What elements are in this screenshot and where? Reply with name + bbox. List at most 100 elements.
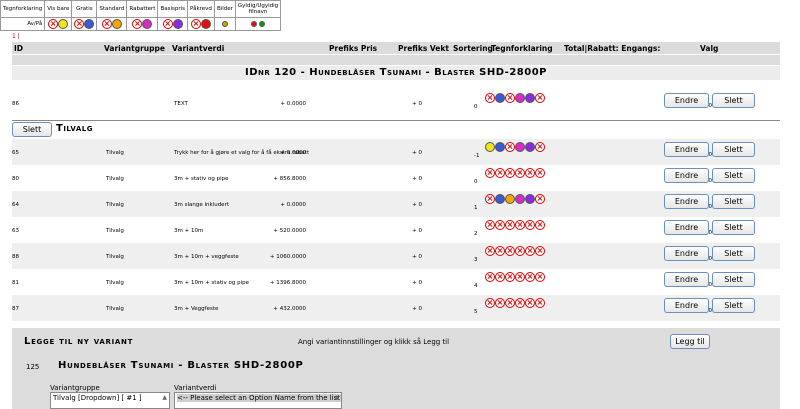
row-group: Tilvalg [106,280,124,286]
variant-value-label: Variantverdi [174,384,217,392]
row-id: 63 [12,228,19,234]
section-header: Slett Tilvalg [12,121,780,137]
off-icon[interactable]: × [525,298,535,308]
off-icon[interactable]: × [505,142,515,152]
add-button[interactable]: Legg til [670,334,710,349]
off-icon[interactable]: × [515,168,525,178]
off-icon[interactable]: × [505,272,515,282]
edit-button[interactable]: Endre [664,93,709,108]
edit-button[interactable]: Endre [664,168,709,183]
scroll-up-icon[interactable]: ▲ [334,394,339,401]
legend-cell: × [157,17,189,31]
off-icon[interactable]: × [535,168,545,178]
off-icon[interactable]: × [495,272,505,282]
basispris-icon[interactable] [525,93,535,103]
legend-cell: × [44,17,73,31]
delete-button[interactable]: Slett [712,220,755,235]
delete-button[interactable]: Slett [712,272,755,287]
off-icon[interactable]: × [485,220,495,230]
variant-value-select[interactable]: <-- Please select an Option Name from th… [174,392,342,409]
row-value: 3m + stativ og pipe [174,176,229,182]
edit-button[interactable]: Endre [664,246,709,261]
off-icon[interactable]: × [505,168,515,178]
row-value: 3m + Veggfeste [174,306,219,312]
rabattert-icon[interactable] [515,142,525,152]
delete-button[interactable]: Slett [712,246,755,261]
gratis-icon[interactable] [495,142,505,152]
row-sort: 3 [474,257,478,263]
col-value: Variantverdi [172,44,225,53]
row-id: 65 [12,150,19,156]
off-icon[interactable]: × [495,246,505,256]
gratis-icon[interactable] [495,93,505,103]
delete-button[interactable]: Slett [712,168,755,183]
basispris-icon[interactable] [525,142,535,152]
row-id: 81 [12,280,19,286]
row-price: + 432.0000 [273,306,306,312]
off-icon[interactable]: × [505,220,515,230]
delete-section-button[interactable]: Slett [12,122,52,137]
edit-button[interactable]: Endre [664,142,709,157]
legend-table: Tegnforklaring Vis bare Gratis Standard … [0,0,282,31]
edit-button[interactable]: Endre [664,272,709,287]
delete-button[interactable]: Slett [712,298,755,313]
legend-header: Standard [96,0,128,18]
off-icon[interactable]: × [535,220,545,230]
off-icon[interactable]: × [485,194,495,204]
delete-button[interactable]: Slett [712,142,755,157]
row-sort: 5 [474,309,478,315]
off-icon[interactable]: × [515,298,525,308]
scroll-up-icon[interactable]: ▲ [162,394,167,401]
off-icon[interactable]: × [535,194,545,204]
delete-button[interactable]: Slett [712,194,755,209]
off-icon[interactable]: × [525,246,535,256]
standard-icon [111,19,122,29]
off-icon[interactable]: × [485,272,495,282]
row-weight: + 0 [412,306,422,312]
row-value: TEXT [174,101,188,107]
col-choice: Valg [700,44,719,53]
off-icon[interactable]: × [485,93,495,103]
variant-group-selected: Tilvalg [Dropdown] [ #1 ] [53,394,142,402]
edit-button[interactable]: Endre [664,220,709,235]
off-icon: × [74,19,85,29]
off-icon[interactable]: × [535,272,545,282]
off-icon[interactable]: × [535,246,545,256]
off-icon[interactable]: × [495,220,505,230]
off-icon[interactable]: × [535,298,545,308]
off-icon[interactable]: × [535,142,545,152]
variant-group-select[interactable]: Tilvalg [Dropdown] [ #1 ] ▲ [50,392,170,409]
off-icon[interactable]: × [505,93,515,103]
off-icon[interactable]: × [505,298,515,308]
rabattert-icon[interactable] [515,93,525,103]
off-icon[interactable]: × [505,246,515,256]
edit-button[interactable]: Endre [664,298,709,313]
off-icon[interactable]: × [485,168,495,178]
off-icon[interactable]: × [525,272,535,282]
off-icon[interactable]: × [525,168,535,178]
off-icon[interactable]: × [535,93,545,103]
row-sort: -1 [474,153,480,159]
table-row: 80 Tilvalg 3m + stativ og pipe + 856.800… [12,165,780,191]
off-icon[interactable]: × [485,246,495,256]
vis-bare-icon[interactable] [485,142,495,152]
delete-button[interactable]: Slett [712,93,755,108]
rabattert-icon[interactable] [515,194,525,204]
off-icon[interactable]: × [515,220,525,230]
legend-header: Bilder [213,0,236,18]
vis-bare-icon [58,19,69,29]
off-icon[interactable]: × [525,220,535,230]
off-icon[interactable]: × [495,298,505,308]
row-group: Tilvalg [106,306,124,312]
legend-cell [213,17,236,31]
edit-button[interactable]: Endre [664,194,709,209]
gratis-icon[interactable] [495,194,505,204]
off-icon: × [162,19,173,29]
legend-header: Tegnforklaring [0,0,46,18]
off-icon[interactable]: × [515,272,525,282]
off-icon[interactable]: × [495,168,505,178]
off-icon[interactable]: × [515,246,525,256]
off-icon[interactable]: × [485,298,495,308]
basispris-icon[interactable] [525,194,535,204]
standard-icon[interactable] [505,194,515,204]
